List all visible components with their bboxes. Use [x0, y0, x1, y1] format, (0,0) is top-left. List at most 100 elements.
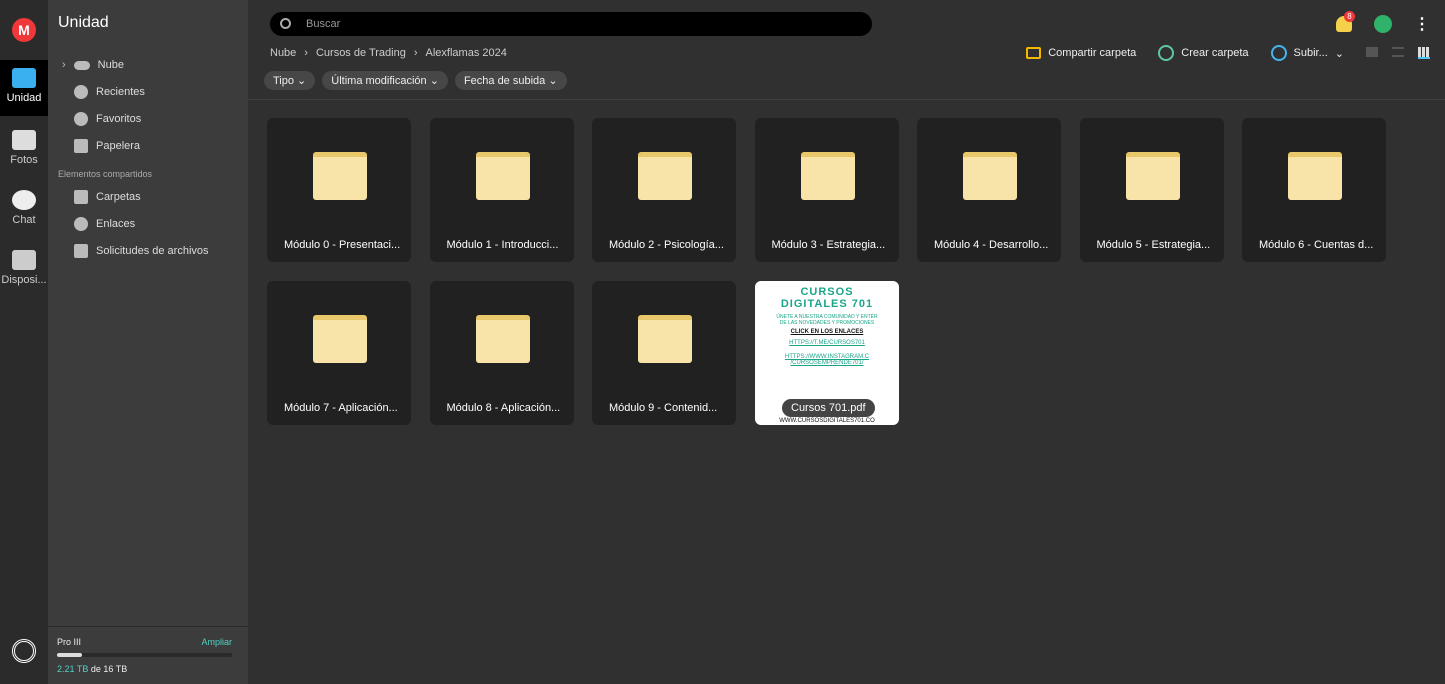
folder-icon [475, 152, 530, 200]
folder-icon [313, 315, 367, 363]
trash-icon [74, 139, 88, 153]
shared-heading: Elementos compartidos [58, 169, 153, 179]
search-placeholder: Buscar [306, 18, 341, 30]
heart-icon [74, 112, 88, 126]
filter-label: Última modificación [331, 75, 427, 87]
folder-card[interactable]: Módulo 5 - Estrategia... [1079, 118, 1224, 262]
pdf-link: HTTPS://T.ME/CURSOS701 [789, 340, 865, 346]
folder-card[interactable]: Módulo 9 - Contenid... [592, 281, 736, 425]
share-folder-label: Compartir carpeta [1048, 47, 1137, 59]
grid-view-icon[interactable] [1418, 47, 1430, 59]
breadcrumb-item[interactable]: Cursos de Trading [316, 47, 406, 59]
folder-card[interactable]: Módulo 3 - Estrategia... [754, 118, 899, 262]
filter-uploaded[interactable]: Fecha de subida ⌄ [454, 71, 567, 90]
pdf-text: DE LAS NOVEDADES Y PROMOCIONES [779, 320, 875, 326]
sidebar-item-nube[interactable]: › Nube [62, 55, 124, 75]
folder-name: Módulo 7 - Aplicación... [284, 402, 398, 414]
bell-icon[interactable]: 8 [1336, 11, 1355, 32]
clock-icon [74, 85, 88, 99]
rail-label: Fotos [10, 154, 38, 166]
chevron-right-icon: › [304, 47, 308, 59]
folder-name: Módulo 1 - Introducci... [446, 239, 559, 251]
rail-label: Chat [12, 214, 36, 226]
pdf-text: CLICK EN LOS ENLACES [790, 329, 864, 335]
folder-icon [1288, 152, 1342, 200]
storage-bar [57, 653, 232, 657]
rail-item-unidad[interactable]: Unidad [0, 60, 48, 116]
storage-panel: Pro III Ampliar 2.21 TB de 16 TB [48, 626, 248, 684]
file-request-icon [74, 244, 88, 258]
rail-item-chat[interactable]: Chat [0, 182, 48, 238]
plan-name: Pro III [57, 637, 82, 647]
folder-icon [800, 152, 855, 200]
chevron-down-icon: ⌄ [1334, 47, 1344, 60]
rail-item-dispositivos[interactable]: Disposi... [0, 242, 48, 298]
chevron-right-icon: › [413, 47, 418, 59]
pdf-text: WWW.CURSOSDIGITALES701.CO [779, 418, 875, 424]
upload-label: Subir... [1293, 47, 1328, 59]
sidebar-item-recientes[interactable]: Recientes [74, 82, 145, 102]
sidebar-label: Carpetas [96, 191, 141, 203]
more-menu-icon[interactable]: ⋮ [1414, 14, 1430, 34]
folder-card[interactable]: Módulo 7 - Aplicación... [267, 281, 411, 425]
rail-label: Unidad [6, 92, 42, 104]
folder-icon [638, 152, 692, 200]
thumbnail-view-icon[interactable] [1366, 47, 1378, 57]
sidebar-label: Recientes [96, 86, 145, 98]
file-name: Cursos 701.pdf [782, 399, 875, 417]
create-folder-button[interactable]: Crear carpeta [1158, 45, 1249, 61]
plus-circle-icon [1158, 45, 1175, 61]
storage-bar-fill [57, 653, 82, 657]
upgrade-link[interactable]: Ampliar [201, 637, 232, 647]
filter-type[interactable]: Tipo ⌄ [264, 71, 316, 90]
folder-card[interactable]: Módulo 8 - Aplicación... [429, 281, 574, 425]
filter-label: Fecha de subida [463, 75, 546, 87]
folder-name: Módulo 0 - Presentaci... [284, 239, 401, 251]
list-view-icon[interactable] [1392, 47, 1404, 57]
rail-label: Disposi... [1, 274, 47, 286]
folder-name: Módulo 5 - Estrategia... [1096, 239, 1211, 251]
search-icon [280, 18, 291, 29]
storage-used: 2.21 TB [57, 664, 89, 674]
storage-usage: 2.21 TB de 16 TB [57, 664, 127, 674]
upload-button[interactable]: Subir... ⌄ [1270, 45, 1344, 61]
main-area: Buscar 8 ⋮ Nube › Cursos de Trading › Alex… [248, 0, 1445, 684]
sidebar-label: Favoritos [96, 113, 142, 125]
rail-item-fotos[interactable]: Fotos [0, 122, 48, 178]
folder-card[interactable]: Módulo 1 - Introducci... [429, 118, 574, 262]
sidebar-item-enlaces[interactable]: Enlaces [74, 214, 135, 234]
breadcrumb-item[interactable]: Alexflamas 2024 [426, 47, 507, 59]
folder-card[interactable]: Módulo 6 - Cuentas d... [1242, 118, 1386, 262]
sidebar-item-favoritos[interactable]: Favoritos [74, 109, 141, 129]
folder-name: Módulo 2 - Psicología... [609, 239, 724, 251]
file-card-pdf[interactable]: CURSOS DIGITALES 701 ÚNETE A NUESTRA COM… [755, 281, 899, 425]
folder-name: Módulo 3 - Estrategia... [771, 239, 886, 251]
avatar[interactable] [1374, 15, 1392, 33]
storage-total: de 16 TB [90, 664, 128, 674]
folder-icon [475, 315, 530, 363]
transfers-icon[interactable] [12, 639, 36, 663]
chevron-right-icon: › [62, 59, 66, 71]
share-folder-button[interactable]: Compartir carpeta [1026, 47, 1136, 59]
filter-modified[interactable]: Última modificación ⌄ [322, 71, 448, 90]
devices-icon [12, 250, 36, 270]
folder-icon [313, 152, 367, 200]
folder-card[interactable]: Módulo 2 - Psicología... [592, 118, 736, 262]
app-rail: M Unidad Fotos Chat Disposi... [0, 0, 48, 684]
sidebar-item-solicitudes[interactable]: Solicitudes de archivos [74, 241, 209, 261]
chat-icon [12, 190, 36, 210]
sidebar: Unidad › Nube Recientes Favoritos Papeler… [48, 0, 248, 684]
folder-name: Módulo 6 - Cuentas d... [1259, 239, 1374, 251]
folder-name: Módulo 4 - Desarrollo... [934, 239, 1049, 251]
mega-logo[interactable]: M [12, 18, 36, 42]
link-icon [74, 217, 88, 231]
search-input[interactable]: Buscar [270, 12, 872, 36]
folder-card[interactable]: Módulo 4 - Desarrollo... [917, 118, 1061, 262]
breadcrumb: Nube › Cursos de Trading › Alexflamas 2024 [270, 47, 507, 59]
folder-name: Módulo 8 - Aplicación... [446, 402, 561, 414]
upload-icon [1270, 45, 1287, 61]
folder-card[interactable]: Módulo 0 - Presentaci... [267, 118, 411, 262]
sidebar-item-carpetas[interactable]: Carpetas [74, 187, 141, 207]
sidebar-item-papelera[interactable]: Papelera [74, 136, 140, 156]
breadcrumb-item[interactable]: Nube [270, 47, 296, 59]
